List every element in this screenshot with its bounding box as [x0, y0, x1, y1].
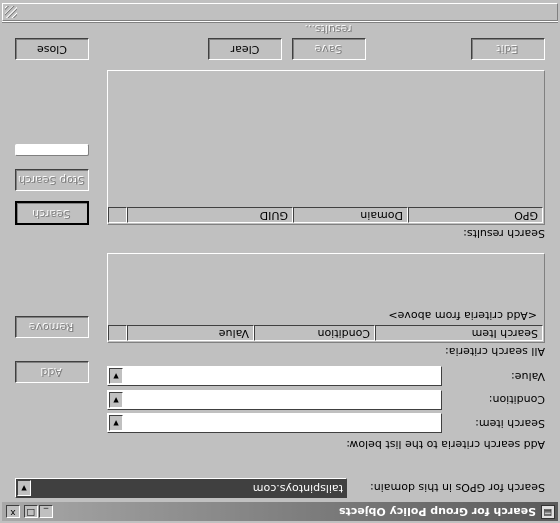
column-header-filler	[108, 325, 127, 341]
column-header-guid[interactable]: GUID	[127, 207, 293, 223]
chevron-down-icon[interactable]: ▼	[109, 415, 123, 431]
results-label: Search results:	[463, 227, 545, 240]
minimize-button[interactable]: _	[39, 505, 53, 518]
all-criteria-label: All search criteria:	[445, 345, 545, 358]
close-button[interactable]: Close	[15, 38, 89, 60]
search-item-label: Search item:	[475, 417, 545, 430]
maximize-button[interactable]: □	[24, 505, 38, 518]
app-icon: ▤	[541, 505, 555, 519]
edit-button[interactable]: Edit	[471, 38, 545, 60]
condition-combobox[interactable]: ▼	[107, 390, 442, 410]
close-window-button[interactable]: x	[6, 505, 20, 518]
domain-combobox[interactable]: tailspintoys.com ▼	[15, 478, 347, 498]
resize-grip-icon[interactable]	[5, 6, 17, 18]
chevron-down-icon[interactable]: ▼	[109, 368, 123, 384]
stop-search-button[interactable]: Stop Search	[15, 169, 89, 191]
add-button[interactable]: Add	[15, 361, 89, 383]
remove-button[interactable]: Remove	[15, 316, 89, 338]
domain-label: Search for GPOs in this domain:	[370, 481, 545, 494]
search-gpo-dialog: ▤ Search for Group Policy Objects _ □ x …	[0, 0, 560, 523]
column-header-domain[interactable]: Domain	[293, 207, 408, 223]
results-list[interactable]: GPO Domain GUID	[107, 70, 545, 225]
value-label: Value:	[511, 370, 545, 383]
column-header-gpo[interactable]: GPO	[408, 207, 543, 223]
condition-label: Condition:	[488, 393, 545, 406]
column-header-filler	[108, 207, 127, 223]
title-bar[interactable]: ▤ Search for Group Policy Objects _ □ x	[2, 502, 558, 521]
chevron-down-icon[interactable]: ▼	[17, 480, 31, 496]
search-item-combobox[interactable]: ▼	[107, 413, 442, 433]
column-header-search-item[interactable]: Search Item	[375, 325, 543, 341]
close-icon: x	[10, 507, 16, 517]
domain-value: tailspintoys.com	[252, 482, 343, 495]
minimize-icon: _	[43, 507, 49, 517]
clear-button[interactable]: Clear	[208, 38, 282, 60]
value-combobox[interactable]: ▼	[107, 366, 442, 386]
column-header-condition[interactable]: Condition	[254, 325, 375, 341]
chevron-down-icon[interactable]: ▼	[109, 392, 123, 408]
status-separator	[2, 21, 558, 23]
criteria-list[interactable]: Search Item Condition Value <Add criteri…	[107, 253, 545, 343]
maximize-icon: □	[26, 507, 36, 517]
add-criteria-label: Add search criteria to the list below:	[346, 438, 545, 451]
status-bar	[2, 3, 558, 21]
save-results-button[interactable]: Save results...	[292, 23, 366, 60]
criteria-placeholder: <Add criteria from above>	[388, 309, 537, 322]
search-button[interactable]: Search	[15, 201, 89, 225]
search-progress-bar	[15, 144, 89, 156]
column-header-value[interactable]: Value	[127, 325, 254, 341]
window-title: Search for Group Policy Objects	[338, 505, 536, 518]
